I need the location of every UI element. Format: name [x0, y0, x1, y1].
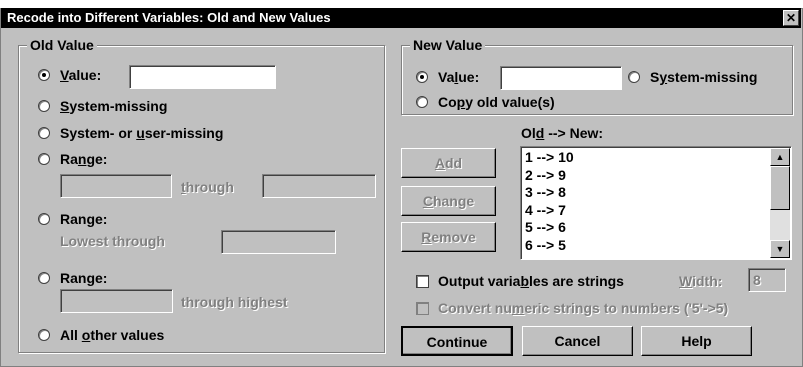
width-label: Width:: [679, 273, 723, 289]
through-label: through: [181, 179, 234, 195]
system-missing-radio[interactable]: [38, 100, 50, 112]
system-or-user-missing-label: System- or user-missing: [60, 125, 224, 141]
old-new-header: Old --> New:: [521, 125, 604, 141]
mapping-list: 1 --> 10 2 --> 9 3 --> 8 4 --> 7 5 --> 6…: [521, 147, 791, 254]
convert-numeric-checkbox[interactable]: [416, 302, 429, 315]
list-item[interactable]: 1 --> 10: [525, 149, 791, 167]
through-highest-input[interactable]: [60, 289, 173, 313]
range-lowest-radio[interactable]: [38, 213, 50, 225]
new-system-missing-radio[interactable]: [628, 71, 640, 83]
range-to-input[interactable]: [262, 174, 376, 198]
old-value-input[interactable]: [129, 65, 276, 89]
add-button[interactable]: Add: [401, 148, 496, 178]
range-highest-radio[interactable]: [38, 272, 50, 284]
all-other-values-label: All other values: [60, 327, 165, 343]
close-icon[interactable]: ✕: [783, 10, 799, 26]
list-item[interactable]: 4 --> 7: [525, 202, 791, 220]
list-item[interactable]: 6 --> 5: [525, 237, 791, 255]
old-new-listbox[interactable]: 1 --> 10 2 --> 9 3 --> 8 4 --> 7 5 --> 6…: [520, 146, 792, 260]
new-value-label: Value:: [438, 69, 480, 85]
width-input[interactable]: [748, 268, 786, 292]
through-highest-label: through highest: [181, 294, 288, 310]
list-item[interactable]: 3 --> 8: [525, 184, 791, 202]
range-lowest-label: Range:: [60, 211, 108, 227]
range-from-input[interactable]: [60, 174, 172, 198]
range-label: Range:: [60, 151, 108, 167]
all-other-values-radio[interactable]: [38, 329, 50, 341]
cancel-button[interactable]: Cancel: [522, 326, 633, 356]
remove-button[interactable]: Remove: [401, 222, 496, 252]
range-radio[interactable]: [38, 153, 50, 165]
list-item[interactable]: 2 --> 9: [525, 167, 791, 185]
change-button[interactable]: Change: [401, 186, 496, 216]
new-system-missing-label: System-missing: [650, 69, 758, 85]
output-strings-label: Output variables are strings: [438, 273, 624, 289]
listbox-scrollbar[interactable]: ▲ ▼: [770, 148, 790, 258]
help-button[interactable]: Help: [641, 326, 752, 356]
scroll-thumb[interactable]: [770, 166, 790, 210]
copy-old-value-label: Copy old value(s): [438, 94, 555, 110]
new-value-radio[interactable]: [416, 71, 428, 83]
list-item[interactable]: 5 --> 6: [525, 219, 791, 237]
new-value-input[interactable]: [500, 66, 622, 90]
range-highest-label: Range:: [60, 270, 108, 286]
new-value-legend: New Value: [410, 36, 486, 54]
old-value-label: Value:: [60, 67, 102, 83]
lowest-through-input[interactable]: [221, 230, 336, 254]
lowest-through-label: Lowest through: [60, 233, 165, 249]
system-missing-label: System-missing: [60, 98, 168, 114]
output-strings-checkbox[interactable]: [416, 275, 429, 288]
old-value-legend: Old Value: [27, 36, 97, 54]
system-or-user-missing-radio[interactable]: [38, 127, 50, 139]
desktop-strip: [0, 0, 803, 8]
scroll-up-icon[interactable]: ▲: [770, 148, 790, 166]
window-title: Recode into Different Variables: Old and…: [7, 10, 331, 25]
old-value-radio[interactable]: [38, 69, 50, 81]
title-bar: Recode into Different Variables: Old and…: [1, 8, 801, 28]
convert-numeric-label: Convert numeric strings to numbers ('5'-…: [438, 300, 729, 316]
scroll-down-icon[interactable]: ▼: [770, 240, 790, 258]
continue-button[interactable]: Continue: [401, 326, 513, 356]
copy-old-value-radio[interactable]: [416, 96, 428, 108]
